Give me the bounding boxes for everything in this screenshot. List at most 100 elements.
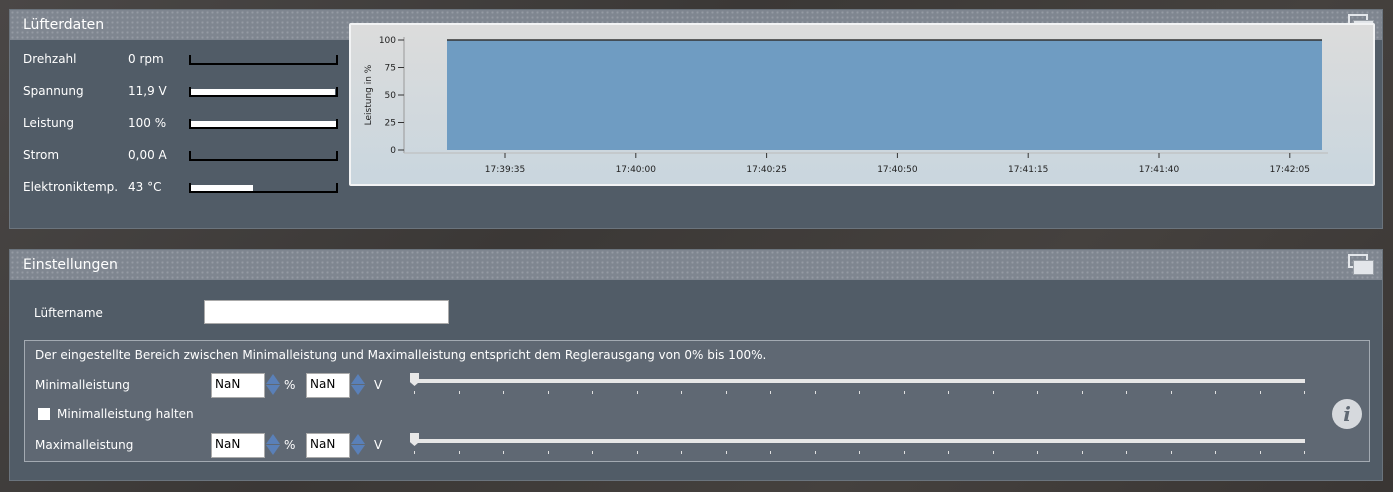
volt-unit: V <box>374 378 383 392</box>
max-percent-spinner[interactable] <box>266 433 280 457</box>
slider-thumb[interactable] <box>410 373 419 386</box>
slider-tick <box>725 391 727 394</box>
x-tick-label: 17:41:40 <box>1139 165 1180 175</box>
panel-title: Lüfterdaten <box>23 17 105 33</box>
metric-label: Strom <box>23 148 60 162</box>
min-percent-input[interactable]: NaN <box>211 373 265 398</box>
hold-min-label: Minimalleistung halten <box>57 407 194 421</box>
slider-tick <box>903 451 905 454</box>
slider-tick <box>1126 391 1127 394</box>
slider-tick <box>547 391 549 394</box>
slider-tick <box>903 391 905 394</box>
metric-label: Spannung <box>23 84 84 98</box>
metric-bar <box>189 55 338 65</box>
panel-title: Einstellungen <box>23 257 118 273</box>
metric-label: Drehzahl <box>23 52 77 66</box>
fan-name-input[interactable] <box>204 300 449 324</box>
metric-label: Leistung <box>23 116 74 130</box>
metric-bar <box>189 183 338 193</box>
metric-bar-fill <box>191 185 254 191</box>
slider-tick <box>1170 451 1172 454</box>
max-percent-input[interactable]: NaN <box>211 433 265 458</box>
percent-unit: % <box>284 378 296 392</box>
metric-value: 100 % <box>128 116 167 130</box>
slider-tick <box>1126 451 1127 454</box>
metric-bar <box>189 87 338 97</box>
slider-tick <box>414 451 415 454</box>
volt-unit: V <box>374 438 383 452</box>
y-tick-label: 25 <box>385 119 396 129</box>
slider-tick <box>458 391 460 394</box>
power-chart: 100 75 50 25 0 17:39:35 17:40:00 17:40:25 17:40:… <box>349 23 1375 186</box>
slider-tick <box>1259 391 1261 394</box>
slider-tick <box>636 451 638 454</box>
max-volt-spinner[interactable] <box>351 433 365 457</box>
range-group: Der eingestellte Bereich zwischen Minima… <box>24 340 1370 462</box>
max-power-label: Maximalleistung <box>35 438 134 452</box>
slider-tick <box>948 451 949 454</box>
metric-bar-fill <box>191 89 335 95</box>
slider-track[interactable] <box>414 379 1305 383</box>
slider-tick <box>1037 451 1038 454</box>
x-tick-label: 17:39:35 <box>485 165 525 175</box>
metric-value: 11,9 V <box>128 84 167 98</box>
slider-tick <box>1259 451 1261 454</box>
fan-data-panel: Lüfterdaten Drehzahl 0 rpm Spannung 11,9… <box>9 9 1383 229</box>
slider-tick <box>814 391 816 394</box>
slider-tick <box>1215 391 1216 394</box>
metric-value: 0,00 A <box>128 148 167 162</box>
x-tick-label: 17:41:15 <box>1008 165 1048 175</box>
slider-tick <box>592 391 593 394</box>
slider-tick <box>1215 451 1216 454</box>
slider-tick <box>992 451 994 454</box>
slider-thumb[interactable] <box>410 433 419 446</box>
settings-header: Einstellungen <box>10 250 1382 280</box>
slider-tick <box>681 451 682 454</box>
min-power-label: Minimalleistung <box>35 378 130 392</box>
slider-tick <box>1170 391 1172 394</box>
metric-label: Elektroniktemp. <box>23 180 119 194</box>
slider-tick <box>814 451 816 454</box>
slider-tick <box>503 391 504 394</box>
y-tick-label: 0 <box>390 146 396 156</box>
slider-tick <box>1081 451 1083 454</box>
slider-tick <box>681 391 682 394</box>
fan-name-label: Lüftername <box>34 306 103 320</box>
max-volt-input[interactable]: NaN <box>306 433 350 458</box>
x-tick-label: 17:42:05 <box>1270 165 1310 175</box>
slider-track[interactable] <box>414 439 1305 443</box>
min-volt-input[interactable]: NaN <box>306 373 350 398</box>
range-info-text: Der eingestellte Bereich zwischen Minima… <box>35 348 767 362</box>
slider-tick <box>458 451 460 454</box>
metric-bar <box>189 119 338 129</box>
slider-tick <box>1081 391 1083 394</box>
x-tick-label: 17:40:50 <box>877 165 918 175</box>
x-tick-label: 17:40:00 <box>616 165 657 175</box>
x-tick-label: 17:40:25 <box>746 165 786 175</box>
slider-tick <box>503 451 504 454</box>
min-percent-spinner[interactable] <box>266 373 280 397</box>
y-tick-label: 100 <box>379 36 396 46</box>
area-fill <box>447 40 1322 150</box>
slider-tick <box>770 391 771 394</box>
slider-tick <box>992 391 994 394</box>
percent-unit: % <box>284 438 296 452</box>
slider-tick <box>859 451 860 454</box>
slider-tick <box>1304 451 1305 454</box>
min-volt-spinner[interactable] <box>351 373 365 397</box>
slider-tick <box>547 451 549 454</box>
metric-bar <box>189 151 338 161</box>
slider-tick <box>859 391 860 394</box>
slider-tick <box>1037 391 1038 394</box>
metric-value: 43 °C <box>128 180 162 194</box>
hold-min-checkbox[interactable] <box>38 408 50 420</box>
metric-bar-fill <box>191 121 336 127</box>
slider-tick <box>948 391 949 394</box>
metric-value: 0 rpm <box>128 52 164 66</box>
slider-tick <box>770 451 771 454</box>
slider-tick <box>414 391 415 394</box>
window-toggle-icon[interactable] <box>1348 254 1376 276</box>
info-icon[interactable]: i <box>1332 399 1362 429</box>
slider-tick <box>636 391 638 394</box>
slider-tick <box>592 451 593 454</box>
